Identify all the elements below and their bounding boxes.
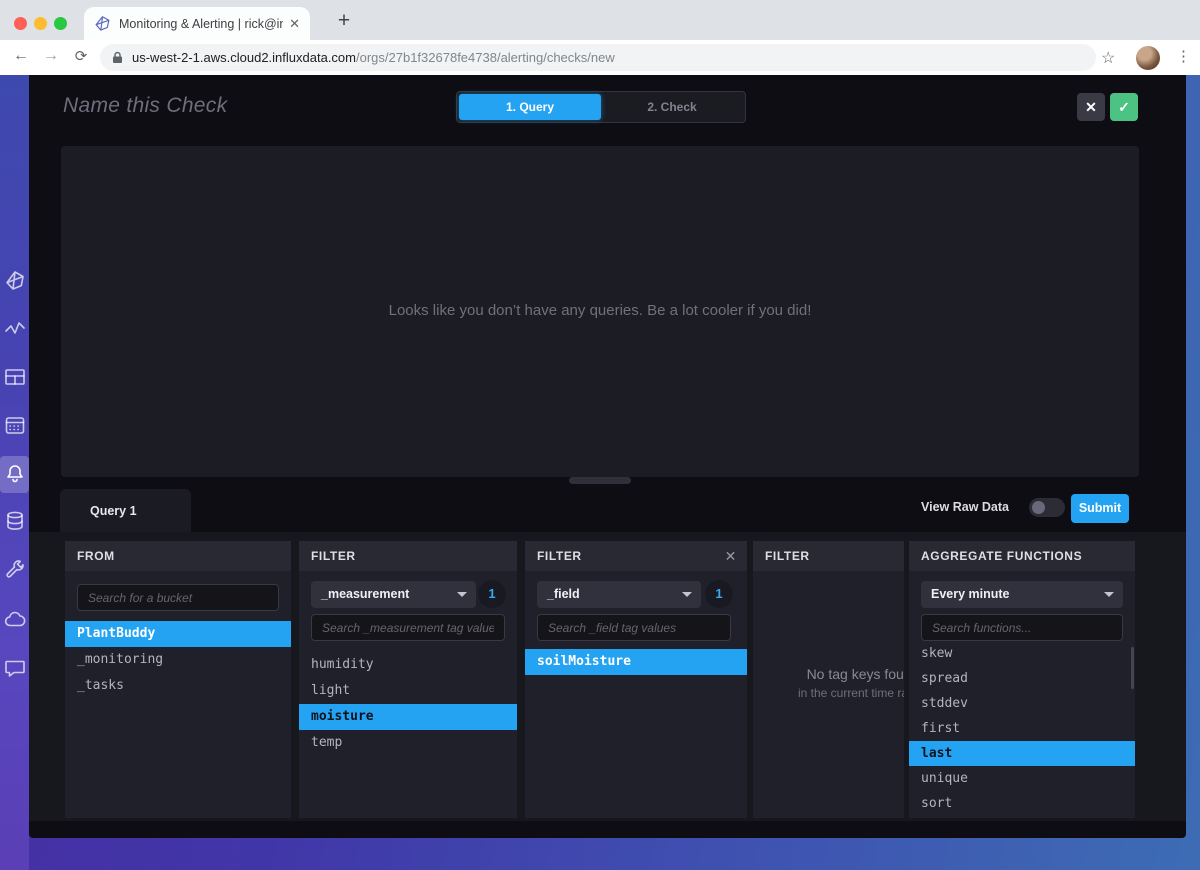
tasks-calendar-icon[interactable] <box>3 413 27 437</box>
lock-icon <box>112 51 123 64</box>
data-explorer-icon[interactable] <box>3 317 27 341</box>
maximize-window-button[interactable] <box>54 17 67 30</box>
function-item[interactable]: spread <box>909 666 1135 691</box>
settings-wrench-icon[interactable] <box>3 558 27 582</box>
cloud-usage-icon[interactable] <box>3 608 27 632</box>
filter-panel-header: FILTER <box>299 541 517 571</box>
filter-panel-header: FILTER ✕ <box>525 541 747 571</box>
back-icon[interactable]: ← <box>10 47 32 65</box>
function-item[interactable]: first <box>909 716 1135 741</box>
forward-icon[interactable]: → <box>40 47 62 65</box>
bucket-item[interactable]: _tasks <box>65 673 291 699</box>
submit-button[interactable]: Submit <box>1071 494 1129 523</box>
aggregate-functions-panel: AGGREGATE FUNCTIONS Every minute skewspr… <box>909 541 1135 818</box>
measurement-search-input[interactable] <box>311 614 505 641</box>
from-panel-header: FROM <box>65 541 291 571</box>
tab-query[interactable]: 1. Query <box>459 94 601 120</box>
new-tab-button[interactable]: + <box>330 8 358 36</box>
filter-field-panel: FILTER ✕ _field 1 soilMoisture <box>525 541 747 818</box>
bucket-list: PlantBuddy_monitoring_tasks <box>65 621 291 699</box>
tag-value-item-selected[interactable]: moisture <box>299 704 517 730</box>
filter-panel-header: FILTER <box>753 541 904 571</box>
functions-search-input[interactable] <box>921 614 1123 641</box>
no-tag-keys-message: No tag keys found in the current time ra… <box>753 666 904 700</box>
feedback-chat-icon[interactable] <box>3 656 27 680</box>
url-domain: us-west-2-1.aws.cloud2.influxdata.com <box>132 50 356 65</box>
bucket-item-selected[interactable]: PlantBuddy <box>65 621 291 647</box>
profile-avatar[interactable] <box>1136 46 1160 70</box>
browser-tab[interactable]: Monitoring & Alerting | rick@in ✕ <box>84 7 310 40</box>
filter-empty-panel: FILTER No tag keys found in the current … <box>753 541 904 818</box>
bucket-search-input[interactable] <box>77 584 279 611</box>
function-item-selected[interactable]: last <box>909 741 1135 766</box>
view-raw-data-label: View Raw Data <box>921 500 1009 514</box>
function-item[interactable]: stddev <box>909 691 1135 716</box>
dashboards-icon[interactable] <box>3 365 27 389</box>
tag-key-dropdown[interactable]: _field <box>537 581 701 608</box>
field-list: soilMoisture <box>525 649 747 675</box>
chevron-down-icon <box>682 592 692 597</box>
alerts-bell-icon[interactable] <box>3 462 27 486</box>
bucket-item[interactable]: _monitoring <box>65 647 291 673</box>
step-tab-group: 1. Query 2. Check <box>456 91 746 123</box>
tag-value-item[interactable]: temp <box>299 730 517 756</box>
panel-resize-handle[interactable] <box>569 477 631 484</box>
query-visualization-panel: Looks like you don’t have any queries. B… <box>61 146 1139 477</box>
toggle-knob <box>1032 501 1045 514</box>
influxdb-favicon-icon <box>94 15 111 32</box>
function-item[interactable]: skew <box>909 645 1135 666</box>
cancel-check-button[interactable]: ✕ <box>1077 93 1105 121</box>
aggregate-panel-header: AGGREGATE FUNCTIONS <box>909 541 1135 571</box>
chevron-down-icon <box>457 592 467 597</box>
tag-value-item[interactable]: humidity <box>299 652 517 678</box>
check-editor-overlay: Name this Check 1. Query 2. Check ✕ ✓ Lo… <box>29 75 1186 838</box>
browser-menu-icon[interactable]: ⋮ <box>1176 47 1191 65</box>
url-path: /orgs/27b1f32678fe4738/alerting/checks/n… <box>356 50 615 65</box>
field-search-input[interactable] <box>537 614 731 641</box>
selected-count-badge: 1 <box>478 580 506 608</box>
from-panel: FROM PlantBuddy_monitoring_tasks <box>65 541 291 818</box>
remove-filter-icon[interactable]: ✕ <box>725 541 737 571</box>
function-item[interactable]: unique <box>909 766 1135 791</box>
measurement-list: humiditylightmoisturetemp <box>299 652 517 756</box>
function-item[interactable]: sort <box>909 791 1135 816</box>
query-builder: FROM PlantBuddy_monitoring_tasks FILTER … <box>29 532 1186 821</box>
check-name-title[interactable]: Name this Check <box>63 94 227 118</box>
tab-title: Monitoring & Alerting | rick@in <box>119 17 283 31</box>
window-period-dropdown[interactable]: Every minute <box>921 581 1123 608</box>
browser-chrome: Monitoring & Alerting | rick@in ✕ + ← → … <box>0 0 1200 75</box>
selected-count-badge: 1 <box>705 580 733 608</box>
close-window-button[interactable] <box>14 17 27 30</box>
tab-close-icon[interactable]: ✕ <box>289 16 300 32</box>
address-bar[interactable]: us-west-2-1.aws.cloud2.influxdata.com/or… <box>100 44 1096 71</box>
view-raw-data-toggle[interactable] <box>1029 498 1065 517</box>
save-check-button[interactable]: ✓ <box>1110 93 1138 121</box>
url-row: ← → ⟳ us-west-2-1.aws.cloud2.influxdata.… <box>0 40 1200 75</box>
tab-strip: Monitoring & Alerting | rick@in ✕ + <box>0 0 1200 40</box>
tag-value-item[interactable]: light <box>299 678 517 704</box>
app-background: Name this Check 1. Query 2. Check ✕ ✓ Lo… <box>0 75 1200 870</box>
tab-check[interactable]: 2. Check <box>601 94 743 120</box>
influxdb-logo-icon[interactable] <box>3 269 27 293</box>
tag-key-dropdown[interactable]: _measurement <box>311 581 476 608</box>
filter-measurement-panel: FILTER _measurement 1 humiditylightmoist… <box>299 541 517 818</box>
reload-icon[interactable]: ⟳ <box>70 47 92 65</box>
chevron-down-icon <box>1104 592 1114 597</box>
function-list: skewspreadstddevfirstlastuniquesort <box>909 645 1135 818</box>
empty-query-message: Looks like you don’t have any queries. B… <box>61 302 1139 319</box>
load-data-database-icon[interactable] <box>3 509 27 533</box>
query-tab[interactable]: Query 1 <box>60 489 191 532</box>
minimize-window-button[interactable] <box>34 17 47 30</box>
left-nav <box>0 75 29 870</box>
bookmark-star-icon[interactable]: ☆ <box>1101 48 1115 68</box>
function-list-scrollbar[interactable] <box>1131 647 1134 689</box>
tag-value-item-selected[interactable]: soilMoisture <box>525 649 747 675</box>
